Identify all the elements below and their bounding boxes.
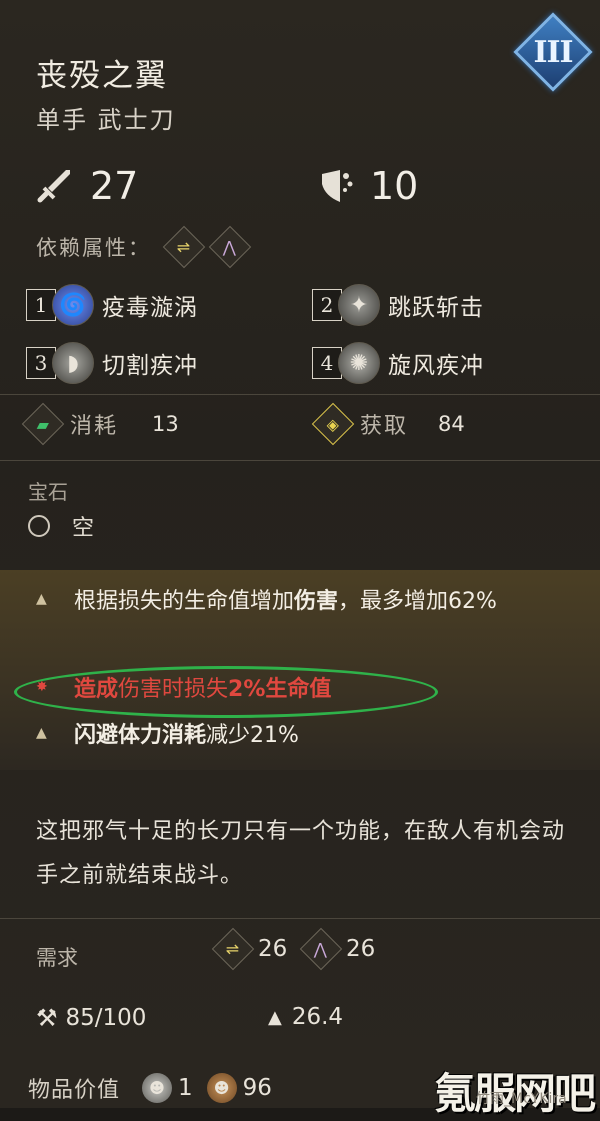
faith-attribute-icon: ⋀ xyxy=(299,927,343,971)
gain-label: 获取 xyxy=(360,414,409,439)
gem-slot-label: 空 xyxy=(72,516,95,541)
item-tooltip-panel: 丧殁之翼 单手 武士刀 III 27 10 依赖属性： ⇌ ⋀ 1 🌀 疫毒漩涡 xyxy=(0,0,600,1118)
silver-coin-icon: ☻ xyxy=(142,1073,173,1103)
consume-icon: ▰ xyxy=(21,402,65,446)
item-description: 这把邪气十足的长刀只有一个功能，在敌人有机会动手之前就结束战斗。 xyxy=(36,819,566,888)
poison-vortex-icon: 🌀 xyxy=(52,284,94,326)
skill-slot-4[interactable]: 4 ✺ 旋风疾冲 xyxy=(312,342,484,384)
effect-text: 减少21% xyxy=(206,723,299,748)
effect-bullet-icon: ▲ xyxy=(36,725,47,741)
requirement-value: 26 xyxy=(258,936,288,962)
copper-coin-icon: ☻ xyxy=(206,1073,237,1103)
item-value-row: 物品价值 ☻ 1 ☻ 96 xyxy=(28,1072,286,1104)
gain-stat: ◈ 获取 84 xyxy=(311,402,465,446)
weight-icon: ▲ xyxy=(268,1006,282,1028)
tier-badge: III xyxy=(513,12,593,92)
effect-keyword: 伤害 xyxy=(294,589,339,614)
weight: ▲ 26.4 xyxy=(268,1004,343,1030)
requirement-value: 26 xyxy=(346,936,376,962)
defense-value: 10 xyxy=(370,164,419,208)
effect-damage-bonus: ▲ 根据损失的生命值增加伤害，最多增加62% xyxy=(36,584,594,620)
durability: ⚒ 85/100 xyxy=(36,1004,146,1032)
consume-label: 消耗 xyxy=(70,414,119,439)
gem-section-title: 宝石 xyxy=(28,480,68,504)
empty-gem-icon xyxy=(28,515,50,537)
copper-coin-value: 96 xyxy=(242,1075,272,1101)
skill-name: 旋风疾冲 xyxy=(388,353,484,379)
divider xyxy=(0,460,600,461)
cutting-dash-icon: ◗ xyxy=(52,342,94,384)
effect-keyword: 闪避体力消耗 xyxy=(74,723,207,748)
requirement-agility: ⇌ 26 xyxy=(211,927,288,971)
hammer-icon: ⚒ xyxy=(36,1004,58,1032)
gem-slot[interactable]: 空 xyxy=(28,510,94,542)
item-value-label: 物品价值 xyxy=(28,1078,121,1103)
divider xyxy=(0,918,600,919)
gain-value: 84 xyxy=(438,412,465,436)
dependency-label: 依赖属性： xyxy=(36,236,151,260)
effect-dodge-stamina: ▲ 闪避体力消耗减少21% xyxy=(36,718,594,754)
leap-slash-icon: ✦ xyxy=(338,284,380,326)
highlight-annotation-ellipse xyxy=(14,666,438,718)
durability-value: 85/100 xyxy=(65,1005,147,1031)
item-name: 丧殁之翼 xyxy=(36,58,168,94)
effect-text: 根据损失的生命值增加 xyxy=(74,589,295,614)
effect-bullet-icon: ▲ xyxy=(36,591,47,607)
skill-slot-2[interactable]: 2 ✦ 跳跃斩击 xyxy=(312,284,484,326)
skill-name: 跳跃斩击 xyxy=(388,295,484,321)
gain-icon: ◈ xyxy=(311,402,355,446)
requirements-label: 需求 xyxy=(36,946,78,970)
defense-stat: 10 xyxy=(316,164,418,208)
weight-value: 26.4 xyxy=(291,1004,344,1030)
agility-attribute-icon[interactable]: ⇌ xyxy=(162,225,206,269)
skill-slot-1[interactable]: 1 🌀 疫毒漩涡 xyxy=(26,284,198,326)
sword-icon xyxy=(37,170,70,203)
consume-stat: ▰ 消耗 13 xyxy=(21,402,179,446)
attack-value: 27 xyxy=(90,164,139,208)
agility-attribute-icon: ⇌ xyxy=(211,927,255,971)
requirement-faith: ⋀ 26 xyxy=(299,927,376,971)
attack-stat: 27 xyxy=(36,164,138,208)
effect-text: ，最多增加62% xyxy=(338,589,497,614)
whirlwind-dash-icon: ✺ xyxy=(338,342,380,384)
skill-slot-3[interactable]: 3 ◗ 切割疾冲 xyxy=(26,342,198,384)
faith-attribute-icon[interactable]: ⋀ xyxy=(208,225,252,269)
tier-label: III xyxy=(533,34,573,70)
author-credit: 竹雨_McYKira xyxy=(476,1091,567,1107)
divider xyxy=(0,394,600,395)
dependency-row: 依赖属性： ⇌ ⋀ xyxy=(36,225,261,269)
skill-name: 切割疾冲 xyxy=(102,353,198,379)
consume-value: 13 xyxy=(152,412,179,436)
shield-break-icon xyxy=(322,170,353,202)
item-type: 单手 武士刀 xyxy=(36,106,176,134)
skill-name: 疫毒漩涡 xyxy=(102,295,198,321)
silver-coin-value: 1 xyxy=(178,1075,193,1101)
